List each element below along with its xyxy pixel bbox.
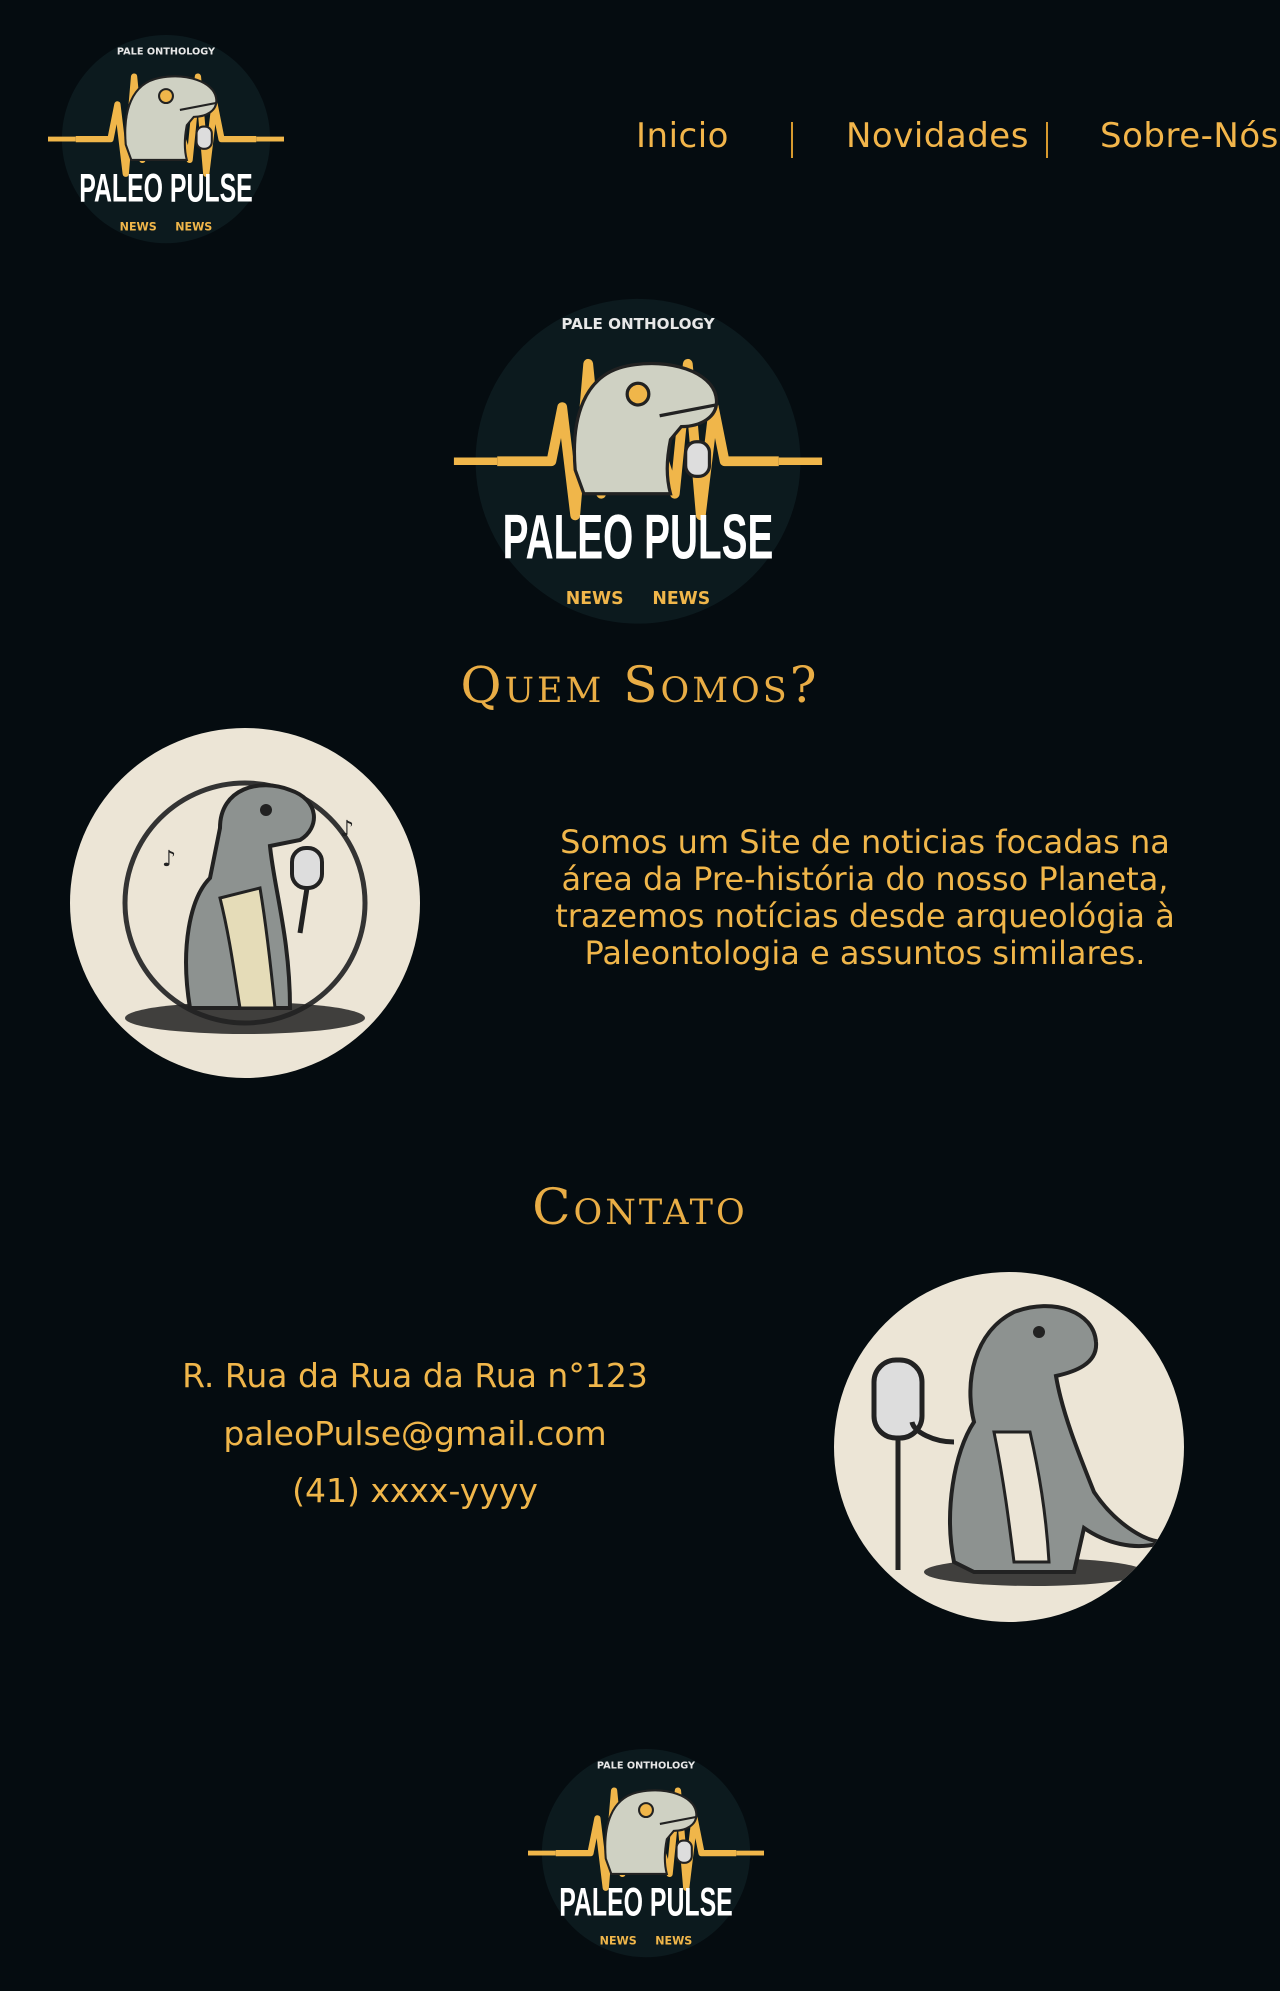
about-text: Somos um Site de noticias focadas na áre… bbox=[555, 823, 1175, 972]
singing-dino-icon: ♪ ♪ bbox=[122, 780, 368, 1034]
contact-email[interactable]: paleoPulse@gmail.com bbox=[140, 1414, 690, 1453]
singing-dino-illustration: ♪ ♪ bbox=[70, 728, 420, 1078]
svg-text:PALE ONTHOLOGY: PALE ONTHOLOGY bbox=[117, 46, 216, 57]
svg-text:PALE ONTHOLOGY: PALE ONTHOLOGY bbox=[597, 1760, 696, 1771]
paleo-pulse-logo-icon: PALEO PULSE NEWS NEWS PALE ONTHOLOGY bbox=[528, 1748, 764, 1958]
trex-microphone-icon bbox=[871, 1304, 1165, 1586]
hero-logo: PALEO PULSE NEWS NEWS PALE ONTHOLOGY bbox=[452, 288, 824, 628]
nav-divider bbox=[791, 122, 793, 158]
nav-inicio[interactable]: Inicio bbox=[636, 116, 729, 156]
contact-phone[interactable]: (41) xxxx-yyyy bbox=[140, 1471, 690, 1510]
svg-text:NEWS: NEWS bbox=[652, 589, 710, 609]
svg-text:NEWS: NEWS bbox=[655, 1935, 692, 1948]
svg-text:NEWS: NEWS bbox=[175, 221, 212, 234]
about-heading: Quem Somos? bbox=[460, 656, 820, 714]
svg-text:PALEO PULSE: PALEO PULSE bbox=[503, 503, 774, 573]
trex-microphone-illustration bbox=[834, 1272, 1184, 1622]
contact-heading: Contato bbox=[532, 1178, 748, 1236]
svg-text:NEWS: NEWS bbox=[120, 221, 157, 234]
nav-sobre-nos[interactable]: Sobre-Nós bbox=[1100, 116, 1279, 156]
nav-divider bbox=[1046, 122, 1048, 158]
svg-text:♪: ♪ bbox=[340, 817, 354, 842]
nav-novidades[interactable]: Novidades bbox=[846, 116, 1029, 156]
svg-text:NEWS: NEWS bbox=[566, 589, 624, 609]
svg-text:PALE ONTHOLOGY: PALE ONTHOLOGY bbox=[561, 315, 715, 333]
logo-title: PALEO PULSE bbox=[79, 166, 253, 211]
paleo-pulse-logo-icon: PALEO PULSE NEWS NEWS PALE ONTHOLOGY bbox=[453, 298, 823, 624]
svg-text:NEWS: NEWS bbox=[600, 1935, 637, 1948]
contact-address: R. Rua da Rua da Rua n°123 bbox=[182, 1356, 648, 1395]
svg-text:PALEO PULSE: PALEO PULSE bbox=[559, 1880, 733, 1925]
svg-text:♪: ♪ bbox=[162, 847, 176, 872]
paleo-pulse-logo-icon: PALEO PULSE NEWS NEWS PALE ONTHOLOGY bbox=[48, 34, 284, 244]
footer-logo[interactable]: PALEO PULSE NEWS NEWS PALE ONTHOLOGY bbox=[528, 1742, 764, 1960]
header-logo[interactable]: PALEO PULSE NEWS NEWS PALE ONTHOLOGY bbox=[48, 28, 284, 246]
